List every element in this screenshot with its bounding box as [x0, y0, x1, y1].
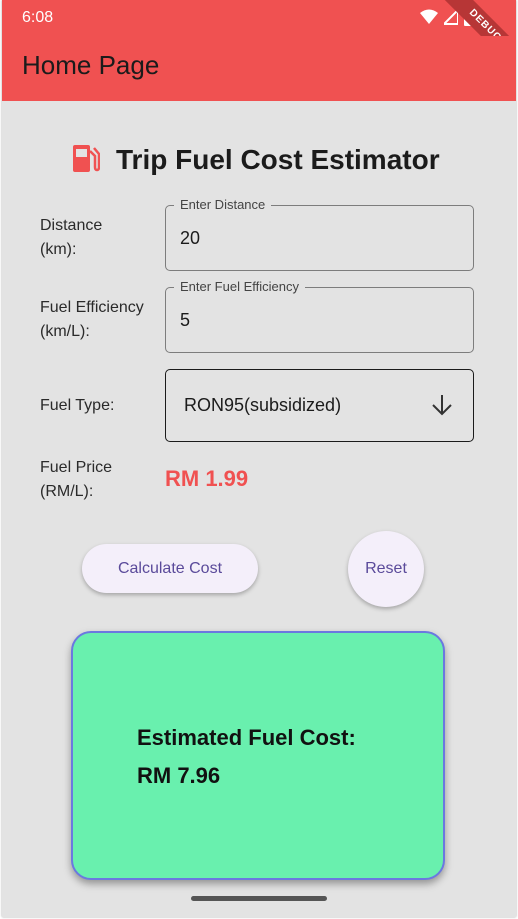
app-bar: Home Page [2, 36, 516, 101]
header: Trip Fuel Cost Estimator [72, 140, 440, 180]
fuel-pump-icon [72, 143, 101, 178]
distance-label-line1: Distance [40, 217, 103, 234]
fuel-type-selected[interactable]: RON95(subsidized) [184, 395, 341, 416]
fuel-price-label: Fuel Price (RM/L): [40, 456, 112, 504]
page-title: Home Page [22, 50, 160, 80]
fuel-price-label-line1: Fuel Price [40, 459, 113, 476]
result-label: Estimated Fuel Cost: [137, 725, 356, 750]
reset-button[interactable]: Reset [348, 531, 424, 607]
estimator-title: Trip Fuel Cost Estimator [116, 144, 440, 175]
arrow-down-icon[interactable] [431, 393, 453, 422]
result-card: Estimated Fuel Cost: RM 7.96 [71, 631, 445, 880]
efficiency-label-line1: Fuel Efficiency [40, 299, 144, 316]
fuel-type-dropdown[interactable]: RON95(subsidized) [165, 369, 474, 442]
efficiency-input-value[interactable]: 5 [180, 310, 190, 331]
wifi-icon [420, 9, 438, 30]
phone-screen: 6:08 DEBUG Home Page Trip Fuel Cost Esti… [2, 0, 516, 917]
efficiency-input[interactable]: Enter Fuel Efficiency 5 [165, 279, 474, 353]
status-time: 6:08 [22, 9, 54, 26]
fuel-price-value: RM 1.99 [165, 466, 249, 491]
distance-input-value[interactable]: 20 [180, 228, 200, 249]
status-bar: 6:08 DEBUG [2, 0, 516, 80]
distance-label: Distance (km): [40, 214, 102, 262]
distance-label-line2: (km): [40, 241, 77, 258]
signal-icon [441, 7, 459, 30]
efficiency-label: Fuel Efficiency (km/L): [40, 296, 144, 344]
efficiency-label-line2: (km/L): [40, 323, 90, 340]
distance-input[interactable]: Enter Distance 20 [165, 197, 474, 271]
calculate-cost-button[interactable]: Calculate Cost [82, 544, 258, 593]
fuel-type-label: Fuel Type: [40, 397, 115, 414]
distance-input-legend: Enter Distance [174, 197, 272, 212]
home-indicator[interactable] [191, 896, 327, 901]
efficiency-input-legend: Enter Fuel Efficiency [174, 279, 305, 294]
result-value: RM 7.96 [137, 763, 221, 788]
fuel-price-label-line2: (RM/L): [40, 483, 94, 500]
